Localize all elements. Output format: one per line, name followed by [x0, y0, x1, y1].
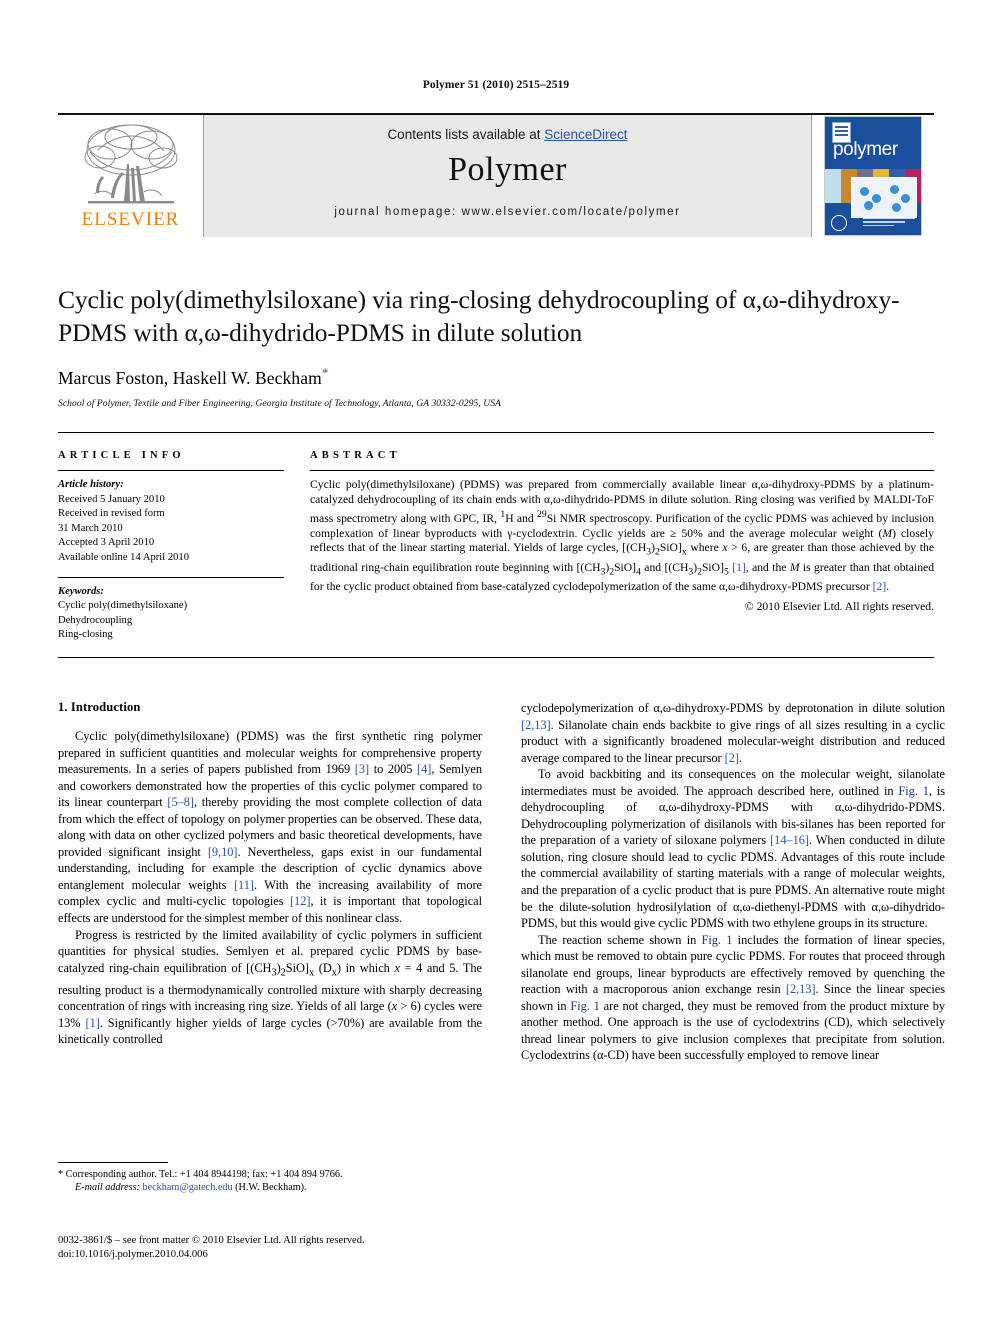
- title-block: Cyclic poly(dimethylsiloxane) via ring-c…: [58, 283, 934, 409]
- abstract-copyright: © 2010 Elsevier Ltd. All rights reserved…: [744, 599, 934, 613]
- keywords-rule: [58, 576, 284, 578]
- affiliation: School of Polymer, Textile and Fiber Eng…: [58, 397, 501, 409]
- abstract-rule: [310, 470, 934, 471]
- body-paragraph: The reaction scheme shown in Fig. 1 incl…: [521, 932, 945, 1063]
- journal-banner-center: Contents lists available at ScienceDirec…: [203, 115, 812, 237]
- corresponding-author-footnote: * Corresponding author. Tel.: +1 404 894…: [58, 1162, 482, 1195]
- elsevier-logo: ELSEVIER: [72, 120, 190, 232]
- history-item: Available online 14 April 2010: [58, 551, 190, 563]
- journal-title: Polymer: [448, 151, 567, 188]
- contents-prefix: Contents lists available at: [387, 127, 545, 142]
- abstract-column: ABSTRACT Cyclic poly(dimethylsiloxane) (…: [310, 450, 934, 643]
- body-columns: 1. Introduction Cyclic poly(dimethylsilo…: [58, 700, 945, 1064]
- article-info-heading: ARTICLE INFO: [58, 450, 185, 461]
- body-paragraph: Progress is restricted by the limited av…: [58, 927, 482, 1047]
- polymer-journal-cover-image: polymer: [824, 116, 922, 236]
- cover-journal-title: polymer: [833, 139, 898, 160]
- elsevier-tree-icon: [84, 124, 177, 204]
- page-title: Cyclic poly(dimethylsiloxane) via ring-c…: [58, 285, 900, 347]
- cover-molecule-inset: [851, 177, 917, 218]
- corresponding-author-marker: *: [321, 365, 329, 380]
- section-title-introduction: 1. Introduction: [58, 700, 141, 714]
- abstract-text: Cyclic poly(dimethylsiloxane) (PDMS) was…: [310, 478, 935, 593]
- author-list: Marcus Foston, Haskell W. Beckham*: [58, 365, 934, 389]
- contents-available-line: Contents lists available at ScienceDirec…: [204, 115, 811, 142]
- body-left-column: 1. Introduction Cyclic poly(dimethylsilo…: [58, 700, 482, 1064]
- body-paragraph: cyclodepolymerization of α,ω-dihydroxy-P…: [521, 701, 945, 765]
- journal-banner: ELSEVIER Contents lists available at Sci…: [58, 113, 934, 237]
- article-info-rule: [58, 470, 284, 471]
- keyword-item: Dehydrocoupling: [58, 614, 133, 626]
- keyword-item: Cyclic poly(dimethylsiloxane): [58, 600, 188, 612]
- sciencedirect-link[interactable]: ScienceDirect: [544, 127, 627, 142]
- imprint-front-matter: 0032-3861/$ – see front matter © 2010 El…: [58, 1235, 365, 1246]
- keywords-label: Keywords:: [58, 585, 104, 597]
- imprint-doi: doi:10.1016/j.polymer.2010.04.006: [58, 1249, 208, 1261]
- info-abstract-band: ARTICLE INFO Article history: Received 5…: [58, 432, 934, 658]
- history-item: 31 March 2010: [58, 522, 123, 534]
- footnote-contact-line: * Corresponding author. Tel.: +1 404 894…: [58, 1169, 343, 1180]
- history-item: Received in revised form: [58, 508, 165, 520]
- keyword-item: Ring-closing: [58, 629, 113, 641]
- journal-cover-cell: polymer: [812, 115, 934, 237]
- cover-footer: [831, 215, 915, 231]
- cover-circle-icon: [831, 215, 847, 231]
- footnote-email-line: E-mail address: beckham@gatech.edu (H.W.…: [58, 1181, 482, 1194]
- elsevier-wordmark: ELSEVIER: [81, 209, 180, 230]
- abstract-heading: ABSTRACT: [310, 450, 401, 461]
- email-link[interactable]: beckham@gatech.edu: [143, 1182, 233, 1193]
- history-item: Received 5 January 2010: [58, 493, 165, 505]
- email-address-label: E-mail address:: [75, 1182, 140, 1194]
- author-names: Marcus Foston, Haskell W. Beckham: [58, 367, 322, 388]
- article-history-group: Article history: Received 5 January 2010…: [58, 478, 284, 566]
- imprint-block: 0032-3861/$ – see front matter © 2010 El…: [58, 1234, 482, 1263]
- email-owner: (H.W. Beckham).: [235, 1182, 307, 1194]
- running-head: Polymer 51 (2010) 2515–2519: [422, 79, 570, 91]
- keywords-group: Keywords: Cyclic poly(dimethylsiloxane) …: [58, 585, 284, 643]
- body-paragraph: To avoid backbiting and its consequences…: [521, 767, 945, 931]
- elsevier-logo-cell: ELSEVIER: [58, 115, 203, 237]
- cover-publisher-mark: [863, 217, 915, 229]
- footnote-rule: [58, 1162, 168, 1163]
- history-item: Accepted 3 April 2010: [58, 537, 155, 549]
- journal-homepage-line[interactable]: journal homepage: www.elsevier.com/locat…: [204, 206, 811, 218]
- journal-article-page: Polymer 51 (2010) 2515–2519 ELSEVIER Con…: [0, 0, 992, 1323]
- article-info-column: ARTICLE INFO Article history: Received 5…: [58, 450, 310, 643]
- article-history-label: Article history:: [58, 479, 124, 490]
- body-right-column: cyclodepolymerization of α,ω-dihydroxy-P…: [521, 700, 945, 1064]
- body-paragraph: Cyclic poly(dimethylsiloxane) (PDMS) was…: [58, 729, 483, 926]
